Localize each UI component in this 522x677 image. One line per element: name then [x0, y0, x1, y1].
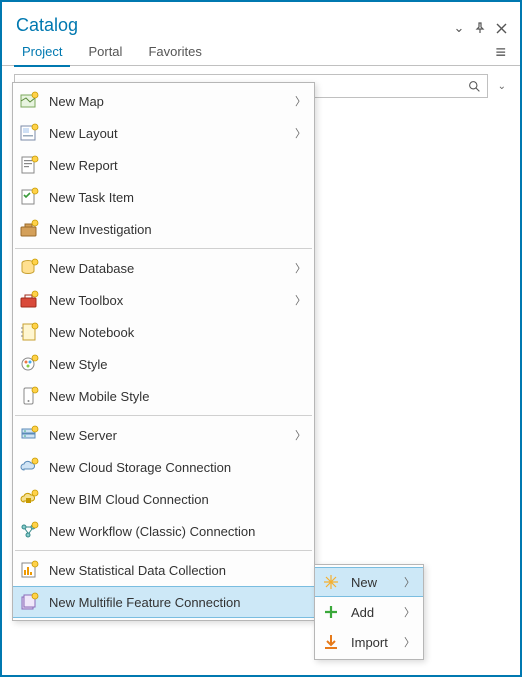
import-icon — [319, 630, 343, 654]
submenu-item[interactable]: Import〉 — [315, 627, 423, 657]
menu-item[interactable]: New Map〉 — [13, 85, 314, 117]
notebook-icon — [17, 320, 41, 344]
search-icon — [468, 80, 481, 93]
tab-portal[interactable]: Portal — [80, 40, 130, 65]
multifile-icon — [17, 590, 41, 614]
tab-project[interactable]: Project — [14, 40, 70, 67]
menu-item[interactable]: New Multifile Feature Connection — [13, 586, 314, 618]
close-icon[interactable] — [496, 23, 510, 34]
chevron-right-icon: 〉 — [404, 604, 415, 620]
menu-item[interactable]: New Report — [13, 149, 314, 181]
menu-item-label: New BIM Cloud Connection — [49, 492, 306, 507]
menu-item-label: New Layout — [49, 126, 295, 141]
menu-item[interactable]: New Workflow (Classic) Connection — [13, 515, 314, 547]
menu-item[interactable]: New Investigation — [13, 213, 314, 245]
task-icon — [17, 185, 41, 209]
menu-item-label: Add — [351, 605, 404, 620]
menu-item[interactable]: New Toolbox〉 — [13, 284, 314, 316]
toolbox-icon — [17, 288, 41, 312]
separator — [15, 248, 312, 249]
menu-item-label: New Notebook — [49, 325, 306, 340]
layout-icon — [17, 121, 41, 145]
mobilestyle-icon — [17, 384, 41, 408]
menu-item[interactable]: New BIM Cloud Connection — [13, 483, 314, 515]
server-icon — [17, 423, 41, 447]
chevron-right-icon: 〉 — [295, 292, 306, 308]
menu-item-label: New Statistical Data Collection — [49, 563, 306, 578]
menu-item[interactable]: New Statistical Data Collection — [13, 554, 314, 586]
workflow-icon — [17, 519, 41, 543]
cloud-icon — [17, 455, 41, 479]
submenu-item[interactable]: Add〉 — [315, 597, 423, 627]
map-icon — [17, 89, 41, 113]
chevron-right-icon: 〉 — [295, 427, 306, 443]
collapse-icon[interactable]: ⌄ — [452, 20, 466, 36]
context-menu: New Map〉New Layout〉New ReportNew Task It… — [12, 82, 315, 621]
hamburger-icon[interactable]: ≡ — [495, 42, 508, 63]
menu-item[interactable]: New Layout〉 — [13, 117, 314, 149]
menu-item[interactable]: New Task Item — [13, 181, 314, 213]
submenu: New〉Add〉Import〉 — [314, 564, 424, 660]
tabs: Project Portal Favorites ≡ — [2, 36, 520, 66]
menu-item-label: New Mobile Style — [49, 389, 306, 404]
report-icon — [17, 153, 41, 177]
menu-item[interactable]: New Mobile Style — [13, 380, 314, 412]
menu-item-label: New Investigation — [49, 222, 306, 237]
menu-item[interactable]: New Database〉 — [13, 252, 314, 284]
menu-item[interactable]: New Notebook — [13, 316, 314, 348]
add-icon — [319, 600, 343, 624]
stats-icon — [17, 558, 41, 582]
chevron-right-icon: 〉 — [295, 93, 306, 109]
chevron-right-icon: 〉 — [404, 634, 415, 650]
pin-icon[interactable] — [474, 22, 488, 34]
menu-item-label: New Database — [49, 261, 295, 276]
menu-item-label: New Cloud Storage Connection — [49, 460, 306, 475]
menu-item[interactable]: New Style — [13, 348, 314, 380]
investigation-icon — [17, 217, 41, 241]
tab-favorites[interactable]: Favorites — [140, 40, 209, 65]
menu-item-label: New Server — [49, 428, 295, 443]
titlebar: Catalog ⌄ — [2, 2, 520, 36]
catalog-panel: Catalog ⌄ Project Portal Favorites ≡ ⌄ N… — [0, 0, 522, 677]
panel-title: Catalog — [16, 15, 78, 36]
menu-item-label: Import — [351, 635, 404, 650]
chevron-right-icon: 〉 — [295, 260, 306, 276]
new-icon — [319, 570, 343, 594]
menu-item-label: New Multifile Feature Connection — [49, 595, 306, 610]
database-icon — [17, 256, 41, 280]
menu-item-label: New Task Item — [49, 190, 306, 205]
menu-item[interactable]: New Cloud Storage Connection — [13, 451, 314, 483]
menu-item-label: New Workflow (Classic) Connection — [49, 524, 306, 539]
submenu-item[interactable]: New〉 — [315, 567, 423, 597]
menu-item-label: New Report — [49, 158, 306, 173]
menu-item-label: New — [351, 575, 404, 590]
search-dropdown-icon[interactable]: ⌄ — [496, 81, 508, 92]
chevron-right-icon: 〉 — [404, 574, 415, 590]
menu-item[interactable]: New Server〉 — [13, 419, 314, 451]
separator — [15, 415, 312, 416]
window-controls: ⌄ — [452, 20, 510, 36]
chevron-right-icon: 〉 — [295, 125, 306, 141]
separator — [15, 550, 312, 551]
menu-item-label: New Map — [49, 94, 295, 109]
bim-icon — [17, 487, 41, 511]
style-icon — [17, 352, 41, 376]
menu-item-label: New Style — [49, 357, 306, 372]
menu-item-label: New Toolbox — [49, 293, 295, 308]
